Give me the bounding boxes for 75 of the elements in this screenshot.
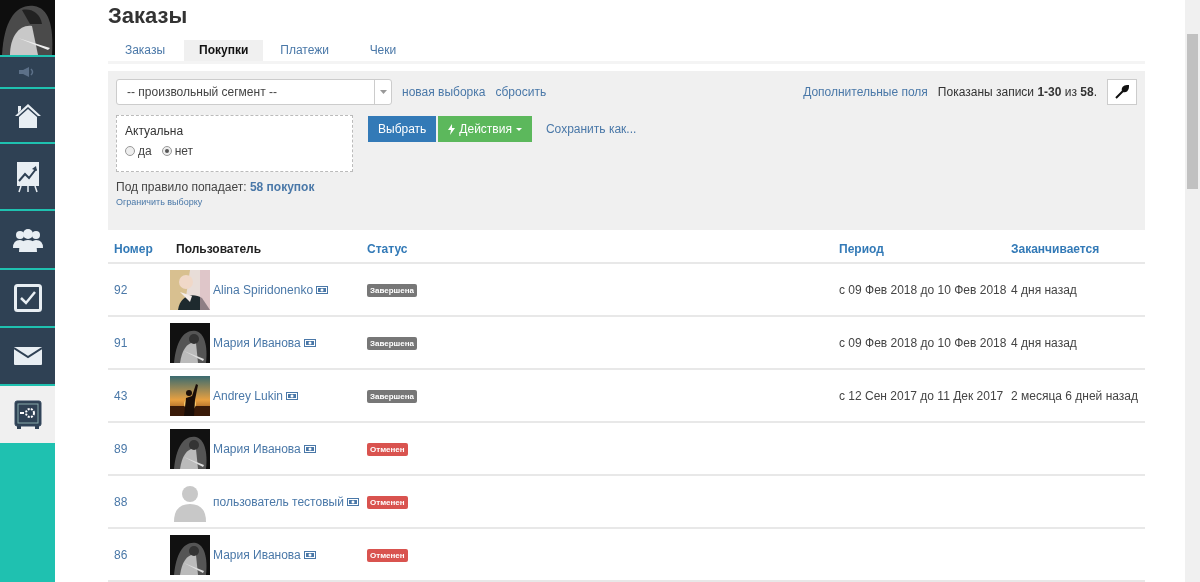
table-cell-text: 86 <box>113 547 129 562</box>
column-header[interactable]: Номер <box>108 242 170 256</box>
status-badge: Отменен <box>367 443 408 456</box>
table-cell-text: с 09 Фев 2018 до 10 Фев 2018 <box>838 335 1005 350</box>
radio-button[interactable] <box>125 146 135 156</box>
new-selection-link[interactable]: новая выборка <box>402 85 486 99</box>
settings-button[interactable] <box>1107 79 1137 105</box>
actions-button[interactable]: Действия <box>438 116 532 142</box>
money-icon <box>303 339 316 348</box>
user-link[interactable]: Мария Иванова <box>213 335 301 350</box>
sidebar-item[interactable] <box>0 386 55 443</box>
table-cell-text: 88 <box>113 494 129 509</box>
column-header[interactable]: Период <box>833 242 1005 256</box>
rule-info: Под правило попадает: 58 покупок <box>116 180 316 194</box>
segment-select[interactable]: -- произвольный сегмент -- <box>116 79 392 105</box>
table-cell-text: 4 дня назад <box>1010 335 1078 350</box>
table-cell-text: 2 месяца 6 дней назад <box>1010 388 1139 403</box>
money-icon <box>303 551 316 560</box>
sidebar-item[interactable] <box>0 270 55 328</box>
status-badge: Отменен <box>367 496 408 509</box>
chart-board-icon[interactable] <box>15 160 40 193</box>
extra-fields-link[interactable]: Дополнительные поля <box>803 85 928 99</box>
tab[interactable]: Платежи <box>265 40 344 61</box>
lightning-icon <box>448 123 456 135</box>
column-header[interactable]: Статус <box>361 242 833 256</box>
caret-icon <box>515 127 522 131</box>
radio-button[interactable] <box>161 146 172 156</box>
users-icon[interactable] <box>12 227 43 252</box>
column-header[interactable]: Пользователь <box>170 242 361 256</box>
sidebar-item[interactable] <box>0 144 55 211</box>
purchases-count-link[interactable]: 58 покупок <box>249 180 315 194</box>
column-header[interactable]: Заканчивается <box>1005 242 1145 256</box>
reset-link[interactable]: сбросить <box>495 85 547 99</box>
money-icon <box>303 445 316 454</box>
table-cell-text: 4 дня назад <box>1010 282 1078 297</box>
money-icon <box>316 286 329 295</box>
status-badge: Завершена <box>367 337 417 350</box>
save-as-link[interactable]: Сохранить как... <box>545 122 637 136</box>
user-link[interactable]: Мария Иванова <box>213 441 301 456</box>
sidebar-item[interactable] <box>0 57 55 89</box>
status-badge: Завершена <box>367 284 417 297</box>
status-badge: Завершена <box>367 390 417 403</box>
table-cell-text: 92 <box>113 282 129 297</box>
caret-icon <box>379 90 387 94</box>
table-cell-text: 43 <box>113 388 129 403</box>
tab[interactable]: Чеки <box>345 40 420 61</box>
limit-selection-link[interactable]: Ограничить выборку <box>116 197 203 207</box>
table-cell-text: 89 <box>113 441 129 456</box>
scrollbar[interactable] <box>1185 0 1200 582</box>
radio-option[interactable]: да <box>125 144 152 158</box>
home-icon[interactable] <box>13 102 42 129</box>
radio-option[interactable]: нет <box>161 144 194 158</box>
scrollbar-thumb[interactable] <box>1187 34 1198 189</box>
tab[interactable]: Заказы <box>108 40 182 61</box>
sidebar-item[interactable] <box>0 328 55 386</box>
safe-icon[interactable] <box>13 399 42 430</box>
condition-label: Актуальна <box>125 124 185 138</box>
table-cell-text: с 12 Сен 2017 до 11 Дек 2017 <box>838 388 1005 403</box>
user-link[interactable]: Andrey Lukin <box>213 388 284 403</box>
money-icon <box>286 392 299 401</box>
table-cell-text: с 09 Фев 2018 до 10 Фев 2018 <box>838 282 1005 297</box>
sidebar-item[interactable] <box>0 89 55 144</box>
checkbox-icon[interactable] <box>13 284 42 312</box>
user-link[interactable]: пользователь тестовый <box>213 494 344 509</box>
sidebar-item[interactable] <box>0 211 55 270</box>
select-button[interactable]: Выбрать <box>368 116 437 142</box>
records-info: Показаны записи 1-30 из 58. <box>937 85 1097 99</box>
status-badge: Отменен <box>367 549 408 562</box>
user-link[interactable]: Alina Spiridonenko <box>213 282 314 297</box>
page-title: Заказы <box>108 3 189 30</box>
user-link[interactable]: Мария Иванова <box>213 547 301 562</box>
money-icon <box>346 498 359 507</box>
mail-icon[interactable] <box>13 347 42 365</box>
table-cell-text: 91 <box>113 335 129 350</box>
tab[interactable]: Покупки <box>184 40 264 61</box>
